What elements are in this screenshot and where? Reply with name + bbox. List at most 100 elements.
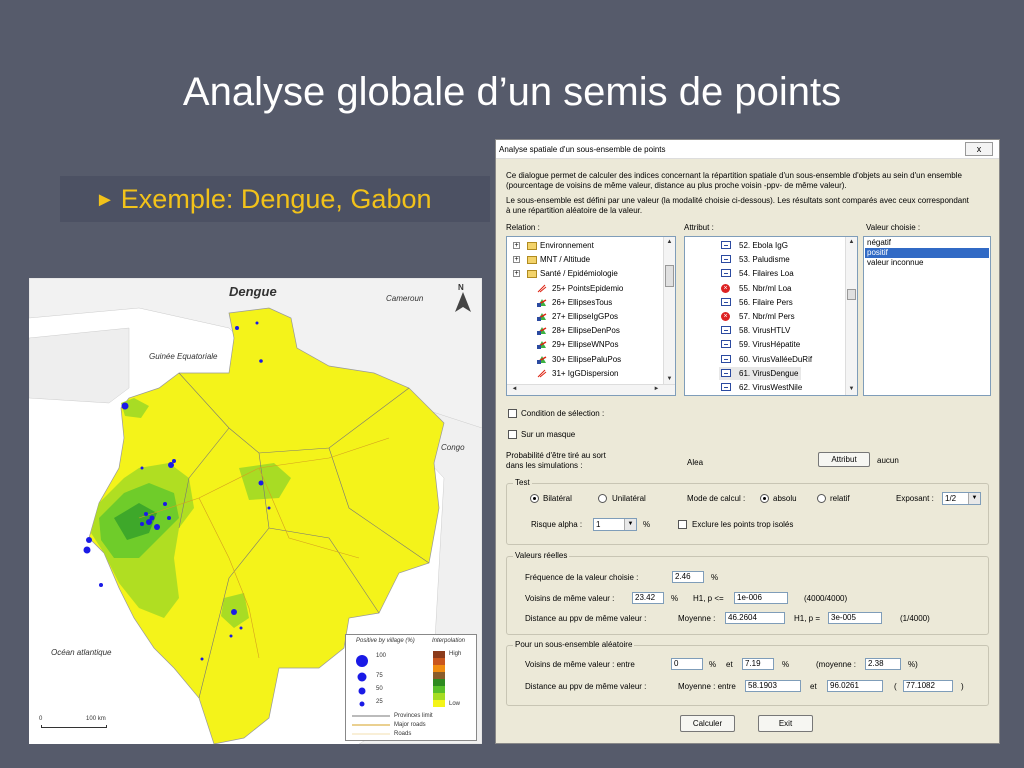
- dist-label: Distance au ppv de même valeur :: [525, 614, 647, 623]
- absolu-label: absolu: [773, 494, 797, 503]
- bullet-arrow-icon: ►: [95, 189, 115, 211]
- relatif-radio[interactable]: [817, 494, 826, 503]
- scroll-up-icon[interactable]: ▲: [664, 237, 675, 248]
- dialog-titlebar[interactable]: Analyse spatiale d'un sous-ensemble de p…: [496, 140, 999, 159]
- relation-item-label: Santé / Epidémiologie: [540, 269, 618, 279]
- legend-size-100: 100: [376, 653, 387, 659]
- bilateral-radio[interactable]: [530, 494, 539, 503]
- relation-item-label: Environnement: [540, 241, 594, 250]
- folder-icon: [527, 256, 537, 265]
- valeur-item[interactable]: valeur inconnue: [865, 258, 923, 268]
- condition-checkbox[interactable]: [508, 409, 517, 418]
- valeur-list[interactable]: négatif positif valeur inconnue: [863, 236, 991, 396]
- scale-zero: 0: [39, 716, 43, 722]
- alea-dist-label: Distance au ppv de même valeur :: [525, 682, 647, 691]
- attribut-item[interactable]: × 57. Nbr/ml Pers: [719, 310, 798, 323]
- risque-label: Risque alpha :: [531, 520, 583, 529]
- legend-low: Low: [449, 701, 461, 707]
- attribut-item[interactable]: 58. VirusHTLV: [719, 324, 793, 337]
- exclure-checkbox[interactable]: [678, 520, 687, 529]
- map-title: Dengue: [229, 284, 277, 299]
- intro-line-1: Ce dialogue permet de calculer des indic…: [506, 171, 962, 180]
- calculer-button[interactable]: Calculer: [680, 715, 735, 732]
- attribut-button[interactable]: Attribut: [818, 452, 870, 467]
- exposant-value: 1/2: [945, 494, 957, 503]
- relation-vscroll[interactable]: ▲ ▼: [663, 237, 675, 395]
- attribut-item[interactable]: 52. Ebola IgG: [719, 239, 791, 252]
- aleatoire-group: Pour un sous-ensemble aléatoire Voisins …: [506, 640, 989, 706]
- chevron-down-icon[interactable]: ▼: [624, 519, 636, 530]
- points-layer-icon: [537, 369, 547, 378]
- exit-button[interactable]: Exit: [758, 715, 813, 732]
- d-max-field: 96.0261: [827, 680, 883, 692]
- unilateral-radio[interactable]: [598, 494, 607, 503]
- expand-icon[interactable]: +: [513, 256, 520, 264]
- attribut-list[interactable]: ▲ ▼ 52. Ebola IgG 53. Paludisme 54. Filair…: [684, 236, 858, 396]
- attribut-item-label: 60. VirusValléeDuRif: [739, 354, 813, 364]
- legend-provinces: Provinces limit: [394, 713, 433, 719]
- folder-icon: [527, 242, 537, 250]
- risque-percent: %: [643, 520, 651, 529]
- legend-roads: Roads: [394, 731, 412, 737]
- relation-item-label: 28+ EllipseDenPos: [552, 326, 620, 336]
- masque-label: Sur un masque: [521, 430, 576, 439]
- expand-icon[interactable]: +: [513, 242, 520, 249]
- relation-hscroll[interactable]: ◄ ►: [507, 384, 675, 395]
- error-icon: ×: [721, 283, 730, 293]
- v-min-field: 0: [671, 658, 703, 670]
- attribut-item[interactable]: 59. VirusHépatite: [719, 338, 803, 351]
- absolu-radio[interactable]: [760, 494, 769, 503]
- exposant-select[interactable]: 1/2 ▼: [942, 492, 981, 505]
- north-arrow-icon: N: [458, 283, 464, 292]
- paren-close: ): [961, 682, 964, 691]
- scroll-right-icon[interactable]: ►: [651, 384, 662, 395]
- close-button[interactable]: x: [965, 142, 993, 156]
- scale-100km: 100 km: [86, 716, 106, 722]
- relation-label: Relation :: [506, 223, 540, 232]
- reelles-title: Valeurs réelles: [513, 551, 570, 560]
- proba-label-1: Probabilité d'être tiré au sort: [506, 451, 606, 460]
- scroll-down-icon[interactable]: ▼: [846, 384, 857, 395]
- attribut-item[interactable]: 53. Paludisme: [719, 253, 793, 266]
- scroll-thumb[interactable]: [665, 265, 674, 287]
- test-group: Test Bilatéral Unilatéral Mode de calcul…: [506, 478, 989, 545]
- attribut-item[interactable]: 60. VirusValléeDuRif: [719, 353, 815, 366]
- intro-line-2: (pourcentage de voisins de même valeur, …: [506, 181, 847, 190]
- attribut-item[interactable]: 56. Filaire Pers: [719, 296, 796, 309]
- h1-le-label: H1, p <=: [693, 594, 724, 603]
- scroll-left-icon[interactable]: ◄: [509, 384, 520, 395]
- attribute-icon: [721, 383, 731, 391]
- attribut-item-label: 61. VirusDengue: [739, 368, 799, 378]
- layer-icon: [537, 326, 547, 336]
- proba-label-2: dans les simulations :: [506, 461, 583, 470]
- ratio2: (1/4000): [900, 614, 930, 623]
- attribut-item[interactable]: 54. Filaires Loa: [719, 267, 797, 280]
- relation-item-label: 29+ EllipseWNPos: [552, 340, 619, 350]
- masque-checkbox[interactable]: [508, 430, 517, 439]
- intro-line-4: à une répartition aléatoire de la valeur…: [506, 206, 643, 215]
- attribut-item[interactable]: 61. VirusDengue: [719, 366, 802, 380]
- relation-list[interactable]: ▲ ▼ ◄ ► + Environnement + MNT / Altitude + Sa…: [506, 236, 676, 396]
- risque-select[interactable]: 1 ▼: [593, 518, 637, 531]
- scroll-up-icon[interactable]: ▲: [846, 237, 857, 248]
- valeur-item[interactable]: positif: [865, 248, 989, 258]
- bullet-label: Exemple: Dengue, Gabon: [120, 184, 432, 214]
- expand-icon[interactable]: +: [513, 270, 520, 278]
- d-min-field: 58.1903: [745, 680, 801, 692]
- legend-interp-title: Interpolation: [432, 638, 466, 644]
- attribut-item[interactable]: × 55. Nbr/ml Loa: [719, 282, 794, 295]
- legend-size-25: 25: [376, 699, 383, 705]
- error-icon: ×: [721, 312, 730, 321]
- scroll-thumb[interactable]: [847, 289, 856, 300]
- attribut-label: Attribut :: [684, 223, 714, 232]
- moy-entre-label: Moyenne : entre: [678, 682, 736, 691]
- layer-icon: [537, 340, 547, 350]
- chevron-down-icon[interactable]: ▼: [968, 493, 980, 504]
- moyenne-field: 46.2604: [725, 612, 785, 624]
- valeur-item[interactable]: négatif: [865, 238, 891, 248]
- attribut-item[interactable]: 62. VirusWestNile: [719, 381, 805, 394]
- legend-high: High: [449, 651, 462, 657]
- attribut-vscroll[interactable]: ▲ ▼: [845, 237, 857, 395]
- legend-ramp-swatch: [433, 651, 445, 658]
- legend-color-ramp: [433, 651, 445, 707]
